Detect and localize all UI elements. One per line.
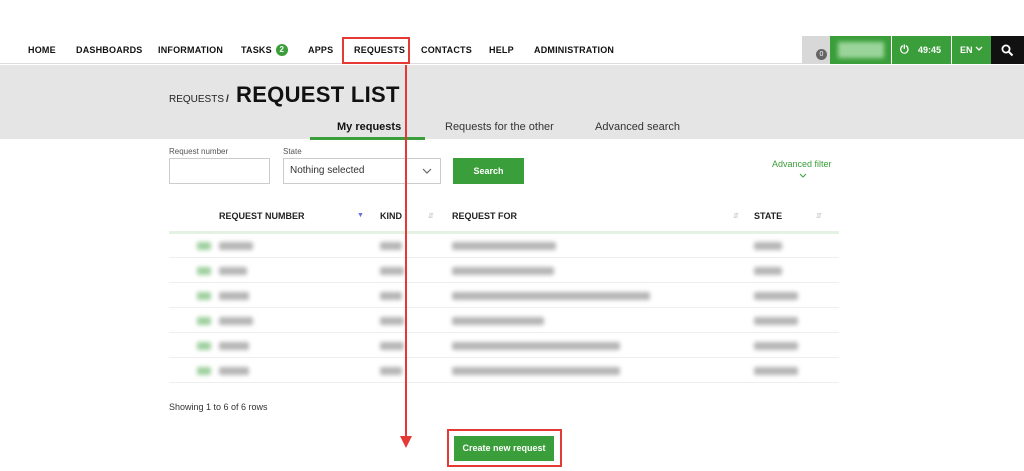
cell-state: [754, 267, 782, 275]
cell-state: [754, 367, 798, 375]
cell-request-number: [219, 292, 249, 300]
row-icon: [197, 342, 211, 350]
cell-kind: [380, 267, 404, 275]
requests-highlight-box: [342, 37, 410, 64]
state-select[interactable]: Nothing selected: [283, 158, 441, 184]
nav-item-tasks-label: TASKS: [241, 45, 272, 55]
pagination-info: Showing 1 to 6 of 6 rows: [169, 402, 268, 412]
page-title: REQUEST LIST: [236, 82, 400, 107]
annotation-arrow-line: [405, 65, 407, 437]
row-icon: [197, 242, 211, 250]
table-row[interactable]: [169, 258, 839, 283]
chevron-down-icon: [975, 46, 983, 51]
chevron-down-icon[interactable]: [799, 173, 807, 178]
tasks-count-badge: 2: [275, 44, 288, 56]
table-row[interactable]: [169, 358, 839, 383]
chevron-down-icon: [422, 168, 432, 174]
user-menu-button[interactable]: [830, 36, 891, 64]
cell-request-for: [452, 292, 650, 300]
cell-request-number: [219, 342, 249, 350]
cell-request-number: [219, 242, 253, 250]
row-icon: [197, 317, 211, 325]
cell-kind: [380, 342, 404, 350]
create-new-request-button[interactable]: Create new request: [454, 436, 554, 461]
breadcrumb[interactable]: REQUESTS: [169, 94, 224, 105]
cell-request-for: [452, 317, 544, 325]
breadcrumb-separator: /: [226, 94, 229, 105]
table-row[interactable]: [169, 333, 839, 358]
advanced-filter-link[interactable]: Advanced filter: [772, 159, 832, 169]
cell-state: [754, 342, 798, 350]
search-button[interactable]: Search: [453, 158, 524, 184]
annotation-arrow-head: [400, 436, 412, 448]
sort-icon[interactable]: ⇵: [733, 212, 739, 220]
global-search-button[interactable]: [991, 36, 1024, 64]
notifications-count-badge: 0: [816, 49, 827, 60]
table-row[interactable]: [169, 233, 839, 258]
cell-request-for: [452, 367, 620, 375]
nav-item-administration[interactable]: ADMINISTRATION: [534, 36, 614, 64]
cell-request-for: [452, 342, 620, 350]
column-header-kind[interactable]: KIND: [380, 211, 402, 221]
sort-icon[interactable]: ⇵: [816, 212, 822, 220]
row-icon: [197, 267, 211, 275]
cell-kind: [380, 242, 402, 250]
nav-item-contacts[interactable]: CONTACTS: [421, 36, 472, 64]
row-icon: [197, 367, 211, 375]
state-select-value: Nothing selected: [290, 165, 365, 176]
tab-advanced-search[interactable]: Advanced search: [595, 121, 680, 133]
cell-request-number: [219, 267, 247, 275]
request-number-label: Request number: [169, 147, 229, 156]
user-avatar: [838, 42, 884, 58]
cell-state: [754, 317, 798, 325]
state-label: State: [283, 147, 302, 156]
sort-icon[interactable]: ⇵: [428, 212, 434, 220]
cell-kind: [380, 317, 404, 325]
cell-kind: [380, 367, 402, 375]
cell-request-number: [219, 367, 249, 375]
cell-request-for: [452, 267, 554, 275]
tab-requests-for-other[interactable]: Requests for the other: [445, 121, 554, 133]
cell-request-for: [452, 242, 556, 250]
cell-kind: [380, 292, 402, 300]
session-timer[interactable]: ⏻ 49:45: [892, 36, 951, 64]
cell-state: [754, 292, 798, 300]
row-icon: [197, 292, 211, 300]
nav-item-apps[interactable]: APPS: [308, 36, 333, 64]
session-timer-value: 49:45: [918, 45, 942, 55]
nav-item-help[interactable]: HELP: [489, 36, 514, 64]
language-selector[interactable]: EN: [952, 36, 991, 64]
nav-item-dashboards[interactable]: DASHBOARDS: [76, 36, 143, 64]
nav-item-home[interactable]: HOME: [28, 36, 56, 64]
language-value: EN: [960, 45, 973, 55]
column-header-request-number[interactable]: REQUEST NUMBER: [219, 211, 305, 221]
power-icon: ⏻: [900, 44, 909, 56]
tab-my-requests[interactable]: My requests: [337, 121, 401, 133]
notifications-button[interactable]: 0: [802, 36, 830, 64]
sort-desc-icon[interactable]: ▼: [357, 212, 364, 219]
search-icon: [1001, 44, 1014, 57]
cell-request-number: [219, 317, 253, 325]
request-number-input[interactable]: [169, 158, 270, 184]
column-header-request-for[interactable]: REQUEST FOR: [452, 211, 517, 221]
table-row[interactable]: [169, 283, 839, 308]
column-header-state[interactable]: STATE: [754, 211, 782, 221]
active-tab-indicator: [310, 137, 425, 140]
nav-item-information[interactable]: INFORMATION: [158, 36, 223, 64]
cell-state: [754, 242, 782, 250]
table-row[interactable]: [169, 308, 839, 333]
nav-item-tasks[interactable]: TASKS 2: [241, 36, 288, 64]
